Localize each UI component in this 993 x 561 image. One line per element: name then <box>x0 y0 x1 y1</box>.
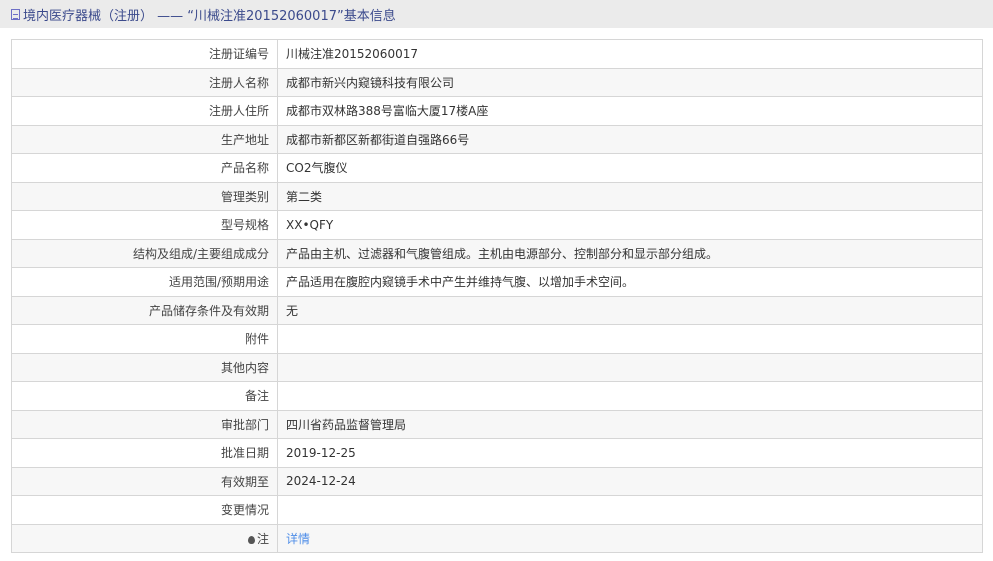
field-label: 附件 <box>11 324 278 354</box>
field-value: 成都市新都区新都街道自强路66号 <box>277 124 983 154</box>
table-row: 产品名称 CO2气腹仪 <box>11 153 983 183</box>
table-row: 注册人住所 成都市双林路388号富临大厦17楼A座 <box>11 96 983 126</box>
table-row: 其他内容 <box>11 352 983 382</box>
field-value: XX•QFY <box>277 210 983 240</box>
field-label: 注册人住所 <box>11 96 278 126</box>
field-label: 型号规格 <box>11 210 278 240</box>
table-row: 附件 <box>11 324 983 354</box>
field-label: 批准日期 <box>11 438 278 468</box>
table-row: 备注 <box>11 381 983 411</box>
field-label: 结构及组成/主要组成成分 <box>11 238 278 268</box>
info-table: 注册证编号 川械注准20152060017 注册人名称 成都市新兴内窥镜科技有限公司注… <box>11 39 983 553</box>
table-row: 审批部门 四川省药品监督管理局 <box>11 409 983 439</box>
field-label: 审批部门 <box>11 409 278 439</box>
details-link[interactable]: 详情 <box>286 532 310 546</box>
field-value: 成都市新兴内窥镜科技有限公司 <box>277 67 983 97</box>
table-row: 注册证编号 川械注准20152060017 <box>11 39 983 69</box>
page-header: 境内医疗器械（注册） —— “川械注准20152060017”基本信息 <box>0 0 993 28</box>
field-value: 产品适用在腹腔内窥镜手术中产生并维持气腹、以增加手术空间。 <box>277 267 983 297</box>
field-label: 注册证编号 <box>11 39 278 69</box>
field-value <box>277 352 983 382</box>
document-icon <box>11 8 20 20</box>
field-value: 川械注准20152060017 <box>277 39 983 69</box>
field-value: 第二类 <box>277 181 983 211</box>
table-row: 有效期至 2024-12-24 <box>11 466 983 496</box>
field-value <box>277 381 983 411</box>
field-value <box>277 495 983 525</box>
note-row: 注 详情 <box>11 523 983 553</box>
field-label: 其他内容 <box>11 352 278 382</box>
table-row: 生产地址 成都市新都区新都街道自强路66号 <box>11 124 983 154</box>
field-label: 产品名称 <box>11 153 278 183</box>
field-value: 2019-12-25 <box>277 438 983 468</box>
field-label: 生产地址 <box>11 124 278 154</box>
field-label: 备注 <box>11 381 278 411</box>
table-row: 注册人名称 成都市新兴内窥镜科技有限公司 <box>11 67 983 97</box>
table-row: 适用范围/预期用途 产品适用在腹腔内窥镜手术中产生并维持气腹、以增加手术空间。 <box>11 267 983 297</box>
field-value: 无 <box>277 295 983 325</box>
field-label: 注册人名称 <box>11 67 278 97</box>
field-value: 四川省药品监督管理局 <box>277 409 983 439</box>
field-value: 2024-12-24 <box>277 466 983 496</box>
table-row: 变更情况 <box>11 495 983 525</box>
field-value: 成都市双林路388号富临大厦17楼A座 <box>277 96 983 126</box>
note-value: 详情 <box>277 523 983 553</box>
field-label: 适用范围/预期用途 <box>11 267 278 297</box>
table-row: 批准日期 2019-12-25 <box>11 438 983 468</box>
note-label: 注 <box>256 531 269 546</box>
field-value <box>277 324 983 354</box>
field-label: 变更情况 <box>11 495 278 525</box>
field-value: CO2气腹仪 <box>277 153 983 183</box>
table-row: 产品储存条件及有效期无 <box>11 295 983 325</box>
page-title: 境内医疗器械（注册） —— “川械注准20152060017”基本信息 <box>23 8 396 24</box>
field-value: 产品由主机、过滤器和气腹管组成。主机由电源部分、控制部分和显示部分组成。 <box>277 238 983 268</box>
note-label-cell: 注 <box>11 523 278 553</box>
field-label: 产品储存条件及有效期 <box>11 295 278 325</box>
field-label: 管理类别 <box>11 181 278 211</box>
table-row: 结构及组成/主要组成成分 产品由主机、过滤器和气腹管组成。主机由电源部分、控制部分… <box>11 238 983 268</box>
pin-icon <box>247 535 255 544</box>
table-row: 管理类别 第二类 <box>11 181 983 211</box>
table-row: 型号规格 XX•QFY <box>11 210 983 240</box>
field-label: 有效期至 <box>11 466 278 496</box>
